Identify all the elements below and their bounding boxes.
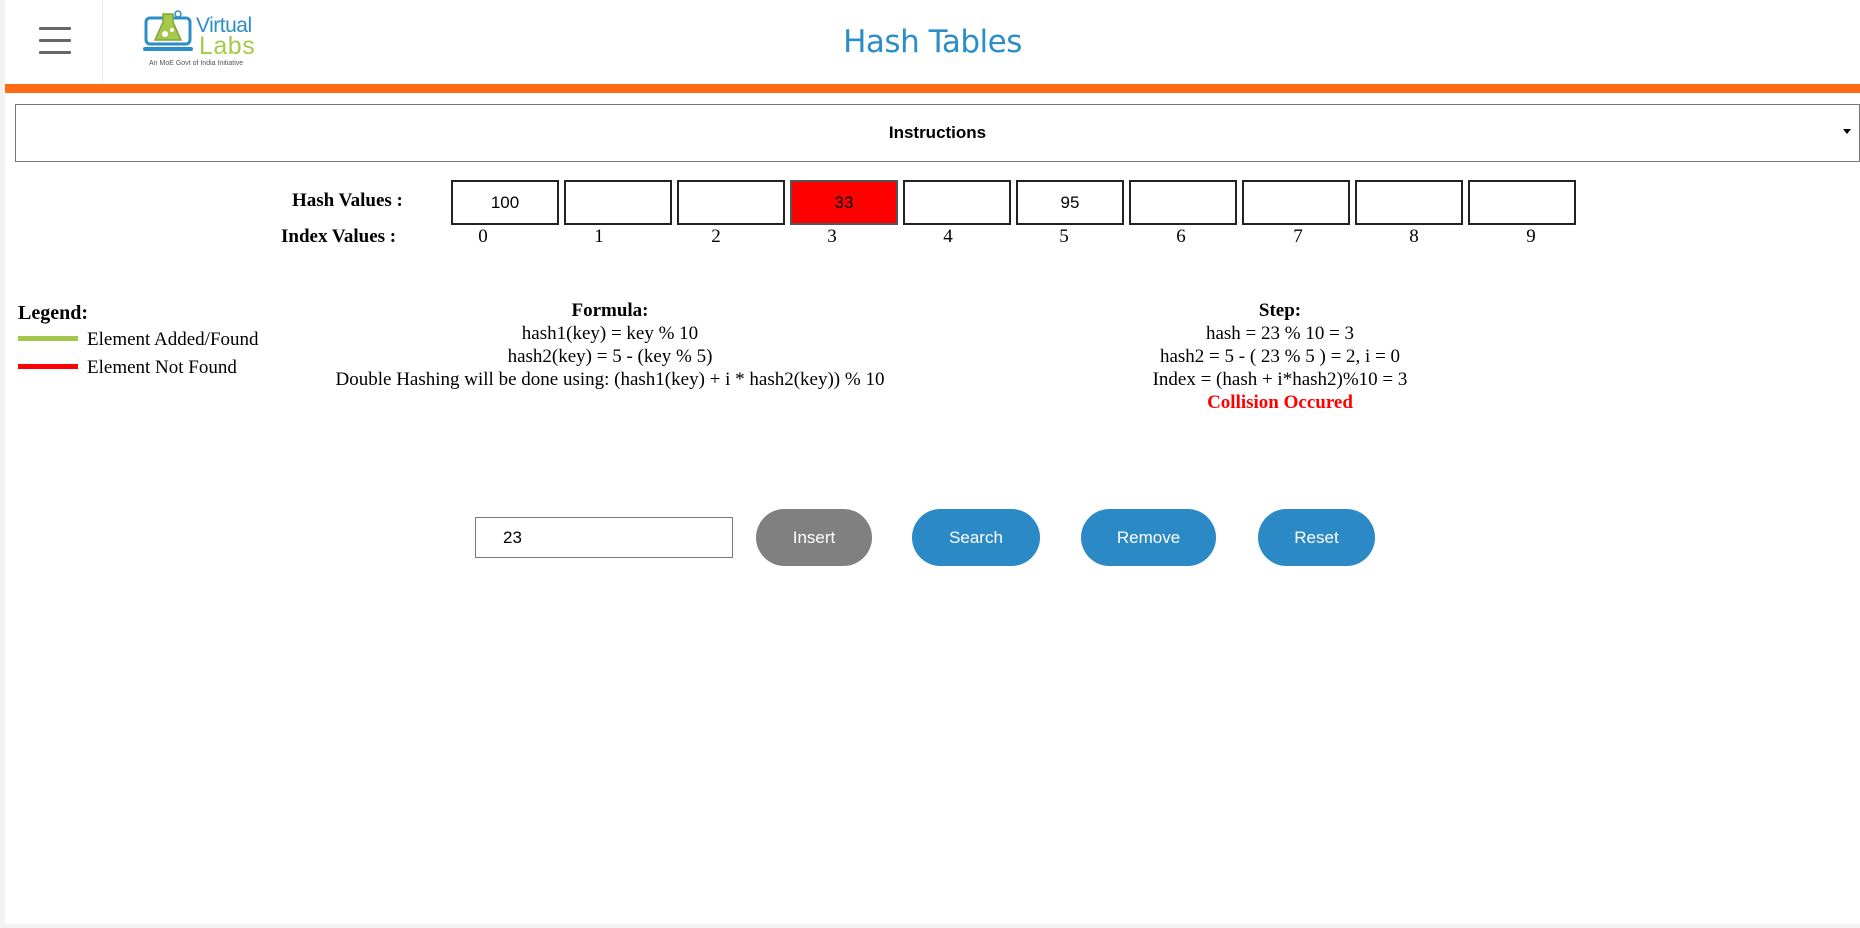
hash-cell: [1355, 180, 1463, 225]
index-label: 9: [1526, 226, 1536, 247]
step-block: Step: hash = 23 % 10 = 3 hash2 = 5 - ( 2…: [1080, 299, 1480, 414]
remove-button[interactable]: Remove: [1081, 509, 1216, 566]
formula-line: Double Hashing will be done using: (hash…: [335, 369, 885, 390]
instructions-label: Instructions: [888, 123, 987, 142]
index-label: 1: [594, 226, 604, 247]
step-line: hash2 = 5 - ( 23 % 5 ) = 2, i = 0: [1159, 346, 1401, 367]
index-label: 7: [1293, 226, 1303, 247]
hash-cell: [903, 180, 1011, 225]
hash-cell: [1129, 180, 1237, 225]
caret-down-icon: [1843, 129, 1851, 134]
hash-cell: [564, 180, 672, 225]
index-label: 0: [478, 226, 488, 247]
hash-cell: [1468, 180, 1576, 225]
instructions-dropdown[interactable]: Instructions: [15, 104, 1860, 162]
legend-label-not-found: Element Not Found: [87, 357, 237, 378]
legend-title: Legend:: [18, 302, 88, 324]
index-label: 2: [711, 226, 721, 247]
index-label: 4: [943, 226, 953, 247]
step-title: Step:: [1258, 300, 1302, 321]
hash-cell: [677, 180, 785, 225]
legend-swatch-found: [18, 336, 78, 341]
index-label: 3: [827, 226, 837, 247]
search-button[interactable]: Search: [912, 509, 1040, 566]
page-title: Hash Tables: [843, 24, 1022, 60]
collision-message: Collision Occured: [1207, 392, 1353, 413]
index-label: 5: [1059, 226, 1069, 247]
header-accent-bar: [5, 84, 1860, 93]
index-label: 8: [1409, 226, 1419, 247]
key-input[interactable]: [475, 517, 733, 558]
formula-line: hash2(key) = 5 - (key % 5): [507, 346, 713, 367]
step-line: hash = 23 % 10 = 3: [1205, 323, 1355, 344]
legend-swatch-not-found: [18, 364, 78, 369]
hash-cell: [1242, 180, 1350, 225]
formula-title: Formula:: [571, 300, 649, 321]
reset-button[interactable]: Reset: [1258, 509, 1375, 566]
hash-cell: 100: [451, 180, 559, 225]
hash-cell: 95: [1016, 180, 1124, 225]
insert-button[interactable]: Insert: [756, 509, 872, 566]
legend-label-found: Element Added/Found: [87, 329, 259, 350]
step-line: Index = (hash + i*hash2)%10 = 3: [1152, 369, 1408, 390]
page: Virtual Labs An MoE Govt of India Initia…: [5, 0, 1860, 924]
hash-values-label: Hash Values :: [292, 190, 403, 211]
formula-block: Formula: hash1(key) = key % 10 hash2(key…: [295, 299, 925, 391]
logo-tagline: An MoE Govt of India Initiative: [149, 60, 244, 67]
hash-cell: 33: [790, 180, 898, 225]
header: Virtual Labs An MoE Govt of India Initia…: [5, 0, 1860, 84]
formula-line: hash1(key) = key % 10: [521, 323, 699, 344]
index-values-label: Index Values :: [281, 226, 397, 247]
index-label: 6: [1176, 226, 1186, 247]
